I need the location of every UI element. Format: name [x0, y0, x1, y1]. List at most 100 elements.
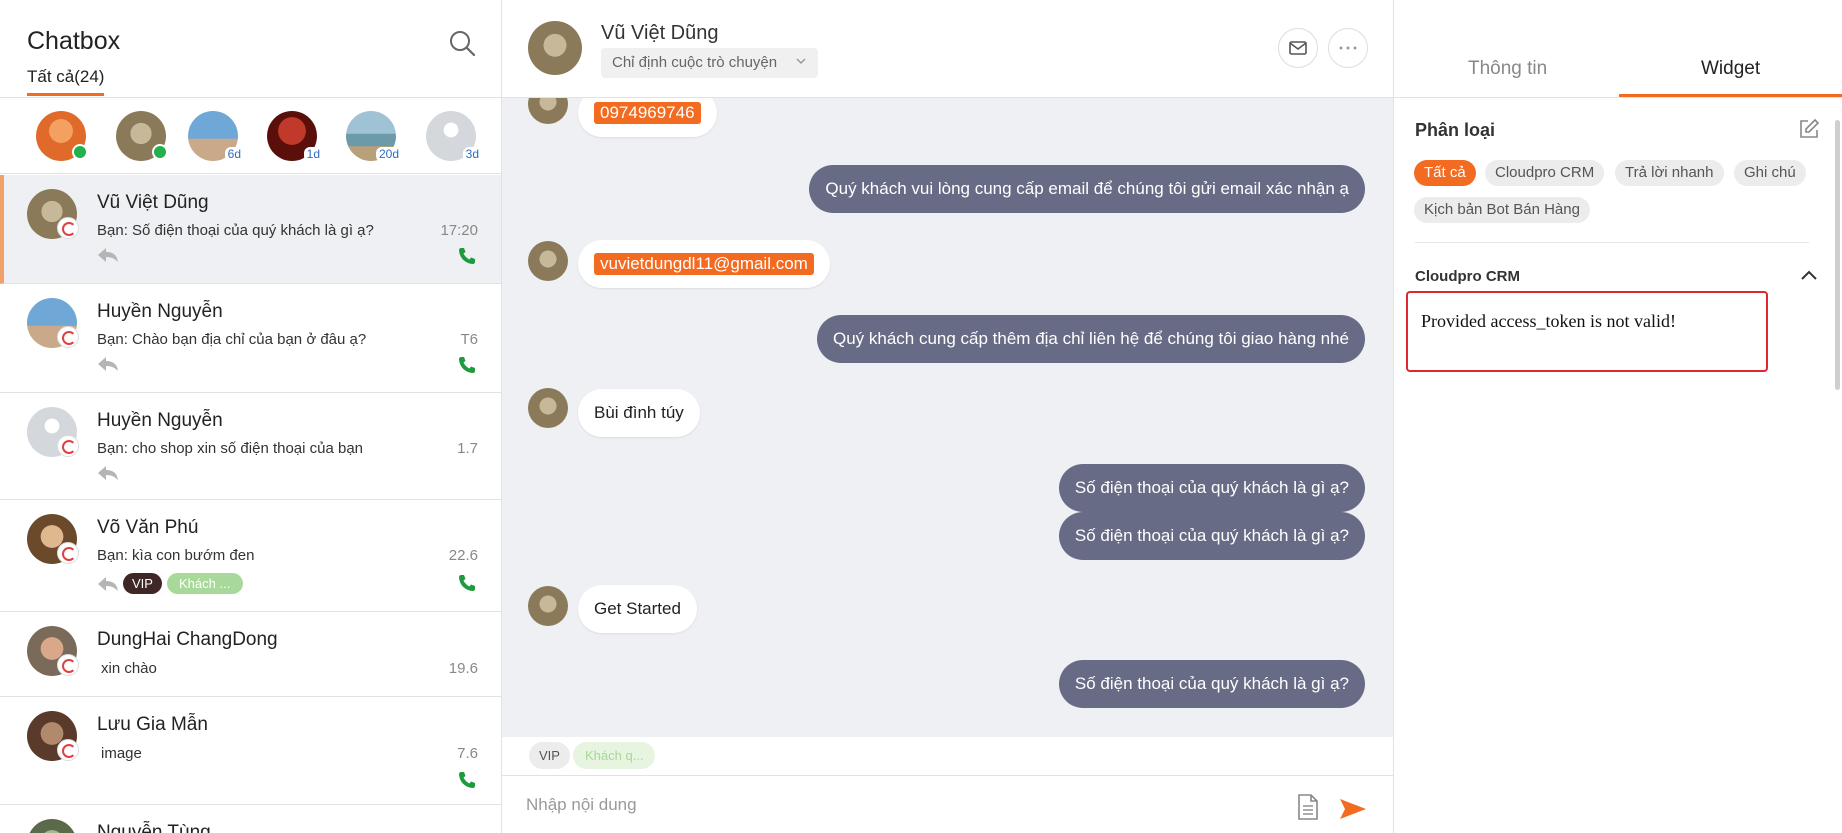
reply-icon [98, 466, 118, 480]
error-message-box: Provided access_token is not valid! [1406, 291, 1768, 372]
document-icon[interactable] [1297, 794, 1319, 820]
phone-icon [459, 575, 475, 591]
send-icon[interactable] [1339, 798, 1367, 820]
active-tab-indicator [1619, 94, 1842, 97]
last-active-badge: 6d [224, 147, 244, 162]
recent-contact-avatar[interactable]: 6d [188, 111, 244, 162]
last-message-preview: Bạn: kìa con bướm đen [97, 547, 255, 564]
conversation-sidebar: Chatbox Tất cả(24) 6d 1d 20d 3d Vũ Việt … [0, 0, 502, 833]
phone-icon [459, 357, 475, 373]
contact-name: DungHai ChangDong [97, 629, 278, 650]
avatar [27, 819, 77, 833]
message-input[interactable] [526, 790, 1256, 820]
last-message-preview: Bạn: Số điện thoại của quý khách là gì ạ… [97, 222, 374, 239]
conversation-item[interactable]: Lưu Gia Mẫn image 7.6 [0, 697, 501, 805]
channel-icon [57, 542, 79, 564]
last-active-badge: 3d [462, 147, 482, 162]
edit-icon[interactable] [1798, 118, 1820, 140]
details-panel: Thông tin Widget Phân loại Tất cả Cloudp… [1394, 0, 1842, 833]
chip-bot-script[interactable]: Kịch bản Bot Bán Hàng [1414, 197, 1590, 223]
conversation-item[interactable]: Huyền Nguyễn Bạn: cho shop xin số điện t… [0, 393, 501, 500]
reply-icon [98, 577, 118, 591]
phone-icon [459, 248, 475, 264]
conversation-item[interactable]: DungHai ChangDong xin chào 19.6 [0, 612, 501, 697]
conversation-item[interactable]: Nguyễn Tùng [0, 805, 501, 833]
online-indicator [152, 144, 168, 160]
highlighted-email[interactable]: vuvietdungdl11@gmail.com [594, 253, 814, 275]
last-message-time: 17:20 [440, 222, 478, 239]
tag-vip[interactable]: VIP [529, 742, 570, 769]
tag-customer[interactable]: Khách q... [573, 742, 655, 769]
incoming-message: Get Started [578, 585, 697, 633]
last-message-time: 7.6 [457, 745, 478, 762]
reply-icon [98, 248, 118, 262]
contact-name: Lưu Gia Mẫn [97, 714, 208, 735]
chat-contact-name: Vũ Việt Dũng [601, 22, 719, 44]
tab-widget[interactable]: Widget [1701, 58, 1760, 80]
outgoing-message: Quý khách vui lòng cung cấp email để chú… [809, 165, 1365, 213]
outgoing-message: Số điện thoại của quý khách là gì ạ? [1058, 512, 1365, 560]
chip-all[interactable]: Tất cả [1414, 160, 1476, 186]
details-tabs: Thông tin Widget [1394, 0, 1842, 98]
avatar [528, 388, 568, 428]
last-message-time: T6 [460, 331, 478, 348]
scrollbar[interactable] [1835, 120, 1840, 390]
chat-header: Vũ Việt Dũng Chỉ định cuộc trò chuyện [502, 0, 1393, 98]
chat-panel: Vũ Việt Dũng Chỉ định cuộc trò chuyện 09… [502, 0, 1394, 833]
filter-tab-all[interactable]: Tất cả(24) [27, 67, 105, 96]
channel-icon [57, 654, 79, 676]
chip-notes[interactable]: Ghi chú [1734, 160, 1806, 186]
recent-contact-avatar[interactable]: 1d [267, 111, 323, 162]
outgoing-message: Số điện thoại của quý khách là gì ạ? [1058, 464, 1365, 512]
last-message-preview: Bạn: cho shop xin số điện thoại của bạn [97, 440, 364, 457]
recent-contact-avatar[interactable]: 20d [346, 111, 402, 162]
avatar [528, 98, 568, 124]
online-indicator [72, 144, 88, 160]
more-options-button[interactable] [1328, 28, 1368, 68]
last-active-badge: 20d [375, 147, 402, 162]
conversation-item[interactable]: Võ Văn Phú Bạn: kìa con bướm đen 22.6 VI… [0, 500, 501, 612]
chip-cloudpro-crm[interactable]: Cloudpro CRM [1485, 160, 1605, 186]
contact-name: Võ Văn Phú [97, 517, 199, 538]
mail-icon [1289, 41, 1307, 55]
sidebar-header: Chatbox Tất cả(24) [0, 0, 501, 98]
recent-contact-avatar[interactable] [116, 111, 168, 161]
channel-icon [57, 217, 79, 239]
message-composer [502, 775, 1393, 833]
reply-icon [98, 357, 118, 371]
email-button[interactable] [1278, 28, 1318, 68]
message-list: 0974969746 Quý khách vui lòng cung cấp e… [502, 98, 1393, 736]
conversation-item[interactable]: Huyền Nguyễn Bạn: Chào bạn địa chỉ của b… [0, 284, 501, 393]
widget-title: Cloudpro CRM [1415, 268, 1520, 285]
chevron-up-icon[interactable] [1800, 268, 1818, 282]
highlighted-phone[interactable]: 0974969746 [594, 102, 701, 124]
channel-icon [57, 435, 79, 457]
incoming-message: vuvietdungdl11@gmail.com [578, 240, 830, 288]
last-active-badge: 1d [303, 147, 323, 162]
recent-contacts-strip: 6d 1d 20d 3d [0, 98, 501, 174]
contact-name: Nguyễn Tùng [97, 822, 211, 833]
recent-contact-avatar[interactable]: 3d [426, 111, 482, 162]
phone-icon [459, 772, 475, 788]
last-message-time: 1.7 [457, 440, 478, 457]
last-message-preview: image [101, 745, 142, 762]
search-icon[interactable] [448, 29, 476, 57]
avatar [528, 21, 582, 75]
avatar [528, 241, 568, 281]
tag-vip: VIP [123, 573, 162, 594]
error-message: Provided access_token is not valid! [1421, 311, 1676, 331]
recent-contact-avatar[interactable] [36, 111, 88, 161]
divider [1415, 242, 1809, 243]
contact-name: Huyền Nguyễn [97, 410, 223, 431]
contact-name: Huyền Nguyễn [97, 301, 223, 322]
tab-info[interactable]: Thông tin [1468, 58, 1547, 80]
last-message-time: 19.6 [448, 660, 478, 677]
chip-quick-reply[interactable]: Trả lời nhanh [1615, 160, 1724, 186]
incoming-message: 0974969746 [578, 98, 717, 137]
avatar [528, 586, 568, 626]
last-message-preview: Bạn: Chào bạn địa chỉ của bạn ở đâu ạ? [97, 331, 367, 348]
conversation-item[interactable]: Vũ Việt Dũng Bạn: Số điện thoại của quý … [0, 175, 501, 284]
last-message-preview: xin chào [101, 660, 157, 677]
assign-conversation-dropdown[interactable]: Chỉ định cuộc trò chuyện [601, 48, 818, 78]
channel-icon [57, 739, 79, 761]
